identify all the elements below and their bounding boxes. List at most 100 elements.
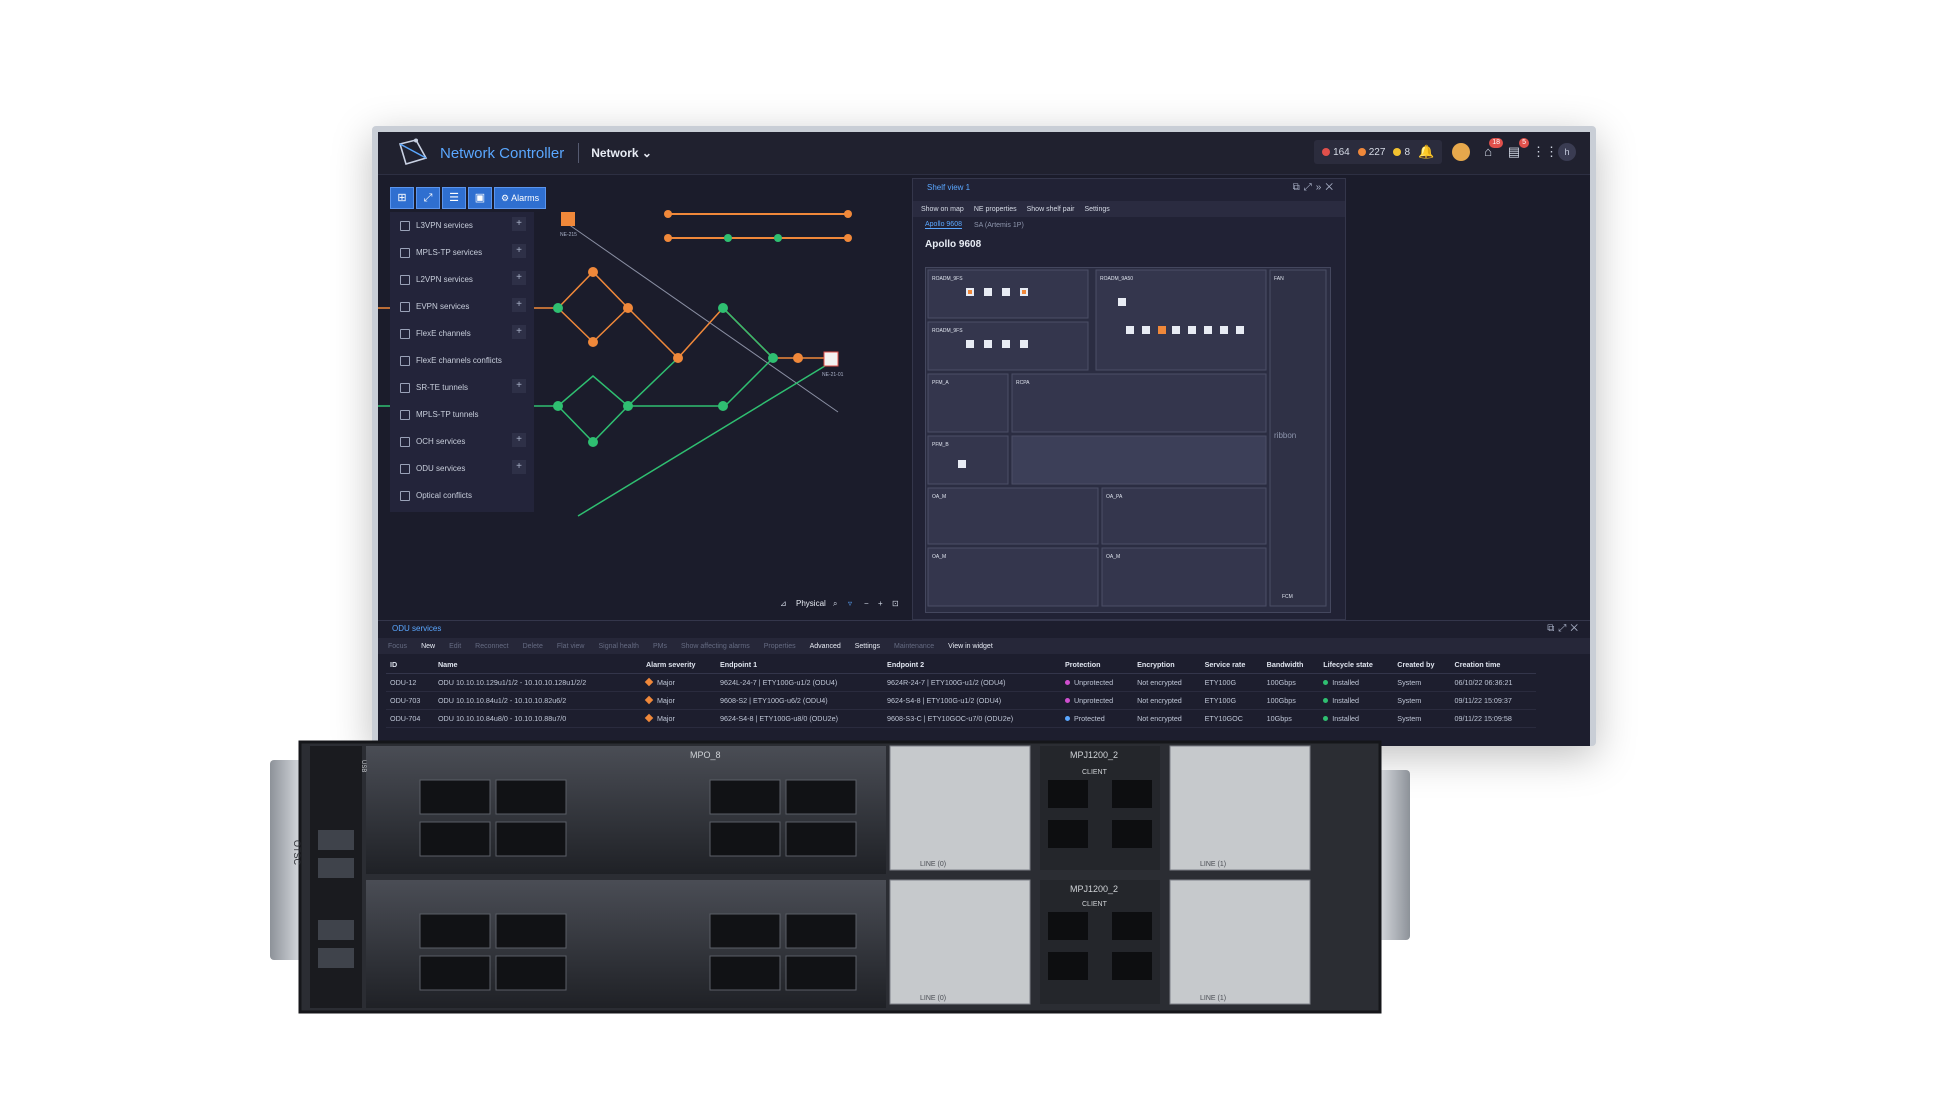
table-cell-ep1: 9624-S4-8 | ETY100G-u8/0 (ODU2e)	[715, 709, 884, 728]
service-list-item[interactable]: EVPN services +	[390, 293, 534, 320]
window-controls[interactable]: ⧉⤢✕	[1547, 623, 1582, 634]
column-header[interactable]: ID	[386, 655, 434, 674]
alarm-summary[interactable]: 164 227 8 🔔	[1314, 140, 1442, 164]
module-label: OTSC	[292, 840, 302, 866]
table-row[interactable]: ODU-704 ODU 10.10.10.84u8/0 - 10.10.10.88…	[386, 709, 1536, 728]
odu-tool-button[interactable]: Reconnect	[475, 643, 508, 650]
critical-alarm-icon	[1322, 147, 1331, 156]
table-cell-ep1: 9608-S2 | ETY100G-u6/2 (ODU4)	[715, 691, 884, 710]
network-menu[interactable]: Network ⌄	[591, 146, 652, 160]
add-service-button[interactable]: +	[512, 325, 526, 339]
column-header[interactable]: Creation time	[1450, 655, 1536, 674]
tab-apollo-9608[interactable]: Apollo 9608	[925, 221, 962, 229]
top-bar: Network Controller Network ⌄ 164 227 8 🔔…	[378, 132, 1590, 175]
screenshot-icon[interactable]: ▣	[468, 187, 492, 209]
add-service-button[interactable]: +	[512, 244, 526, 258]
table-cell-protection: Protected	[1060, 709, 1134, 728]
chassis-diagram[interactable]: ROADM_9FS ROADM_9FS PFM_A PFM_B OA_M OA_…	[925, 267, 1331, 613]
column-header[interactable]: Endpoint 2	[883, 655, 1061, 674]
table-row[interactable]: ODU-703 ODU 10.10.10.84u1/2 - 10.10.10.82…	[386, 691, 1536, 710]
ribbon-logo: ribbon	[1274, 431, 1296, 440]
shelf-tool-button[interactable]: Show shelf pair	[1027, 206, 1075, 213]
odu-tool-button[interactable]: Properties	[764, 643, 796, 650]
table-cell-created_by: System	[1393, 709, 1451, 728]
tab-sa-artemis[interactable]: SA (Artemis 1P)	[974, 222, 1024, 229]
service-list-item[interactable]: ODU services +	[390, 455, 534, 482]
odu-tool-button[interactable]: Delete	[523, 643, 543, 650]
service-list-item[interactable]: FlexE channels +	[390, 320, 534, 347]
service-list-item[interactable]: OCH services +	[390, 428, 534, 455]
odu-tool-button[interactable]: View in widget	[948, 643, 993, 650]
odu-tool-button[interactable]: Maintenance	[894, 643, 934, 650]
lock-icon[interactable]: ⌂ 18	[1480, 138, 1503, 160]
module-label: CLIENT	[1082, 769, 1108, 776]
service-list-item[interactable]: L2VPN services +	[390, 266, 534, 293]
service-list-item[interactable]: SR-TE tunnels +	[390, 374, 534, 401]
column-header[interactable]: Created by	[1393, 655, 1451, 674]
service-list-item[interactable]: Optical conflicts	[390, 482, 534, 509]
service-icon	[400, 436, 410, 447]
odu-tool-button[interactable]: Signal health	[598, 643, 638, 650]
service-label: FlexE channels conflicts	[416, 356, 502, 365]
add-service-button[interactable]: +	[512, 460, 526, 474]
add-service-button[interactable]: +	[512, 271, 526, 285]
cell-value: ETY100G	[1204, 696, 1237, 705]
network-node-alarm[interactable]	[823, 351, 839, 367]
column-header[interactable]: Bandwidth	[1262, 655, 1320, 674]
odu-tool-button[interactable]: PMs	[653, 643, 667, 650]
odu-tool-button[interactable]: Focus	[388, 643, 407, 650]
user-avatar[interactable]: h	[1558, 143, 1576, 161]
zoom-in-icon: +	[878, 599, 883, 608]
add-service-button[interactable]: +	[512, 298, 526, 312]
add-service-button[interactable]: +	[512, 433, 526, 447]
service-list-item[interactable]: MPLS-TP services +	[390, 239, 534, 266]
expand-icon[interactable]: ⤢	[416, 187, 440, 209]
table-cell-ep2: 9624R-24-7 | ETY100G-u1/2 (ODU4)	[883, 673, 1061, 692]
table-row[interactable]: ODU-12 ODU 10.10.10.129u1/1/2 - 10.10.10.…	[386, 673, 1536, 692]
column-header[interactable]: Service rate	[1200, 655, 1263, 674]
bell-icon[interactable]: 🔔	[1418, 144, 1434, 160]
service-list-item[interactable]: FlexE channels conflicts	[390, 347, 534, 374]
service-label: ODU services	[416, 464, 466, 473]
column-header[interactable]: Name	[433, 655, 642, 674]
column-header[interactable]: Protection	[1060, 655, 1134, 674]
odu-tool-button[interactable]: New	[421, 643, 435, 650]
odu-tool-button[interactable]: Advanced	[810, 643, 841, 650]
odu-toolbar: Focus New Edit Reconnect Delete Flat view Sign…	[378, 638, 1590, 654]
column-header[interactable]: Endpoint 1	[715, 655, 884, 674]
service-list-item[interactable]: MPLS-TP tunnels	[390, 401, 534, 428]
map-view-controls[interactable]: Physical ⊿ ⌕ ▿ − + ⊡	[780, 599, 899, 608]
odu-tool-button[interactable]: Flat view	[557, 643, 585, 650]
table-cell-state: Installed	[1319, 709, 1394, 728]
shelf-tool-button[interactable]: Settings	[1084, 206, 1109, 213]
odu-tool-button[interactable]: Edit	[449, 643, 461, 650]
add-service-button[interactable]: +	[512, 379, 526, 393]
add-service-button[interactable]: +	[512, 217, 526, 231]
cell-value: ODU-12	[390, 678, 417, 687]
service-icon	[400, 301, 410, 312]
apps-grid-icon[interactable]: ⋮⋮	[1532, 144, 1558, 160]
window-controls[interactable]: ⧉⤢»✕	[1293, 182, 1337, 193]
major-alarm-icon	[1357, 147, 1366, 156]
cell-value: 9608-S3-C | ETY10GOC-u7/0 (ODU2e)	[887, 714, 1014, 723]
service-list-item[interactable]: L3VPN services +	[390, 212, 534, 239]
tasks-icon[interactable]: ▤ 5	[1506, 138, 1529, 160]
cell-value: 100Gbps	[1266, 678, 1296, 687]
column-header[interactable]: Encryption	[1133, 655, 1201, 674]
status-avatar[interactable]	[1452, 143, 1470, 161]
shelf-tool-button[interactable]: Show on map	[921, 206, 964, 213]
odu-tool-button[interactable]: Show affecting alarms	[681, 643, 750, 650]
cell-value: ODU-704	[390, 714, 421, 723]
layout-icon[interactable]: ⊞	[390, 187, 414, 209]
lock-badge: 18	[1489, 138, 1503, 148]
column-header[interactable]: Alarm severity	[641, 655, 716, 674]
shelf-tool-button[interactable]: NE properties	[974, 206, 1017, 213]
list-icon[interactable]: ☰	[442, 187, 466, 209]
network-node[interactable]	[561, 212, 575, 226]
table-cell-ep2: 9608-S3-C | ETY10GOC-u7/0 (ODU2e)	[883, 709, 1061, 728]
odu-tool-button[interactable]: Settings	[855, 643, 880, 650]
table-cell-state: Installed	[1319, 691, 1394, 710]
table-cell-name: ODU 10.10.10.129u1/1/2 - 10.10.10.128u1/…	[433, 673, 642, 692]
alarms-button[interactable]: ⚙ Alarms	[494, 187, 547, 209]
column-header[interactable]: Lifecycle state	[1319, 655, 1394, 674]
